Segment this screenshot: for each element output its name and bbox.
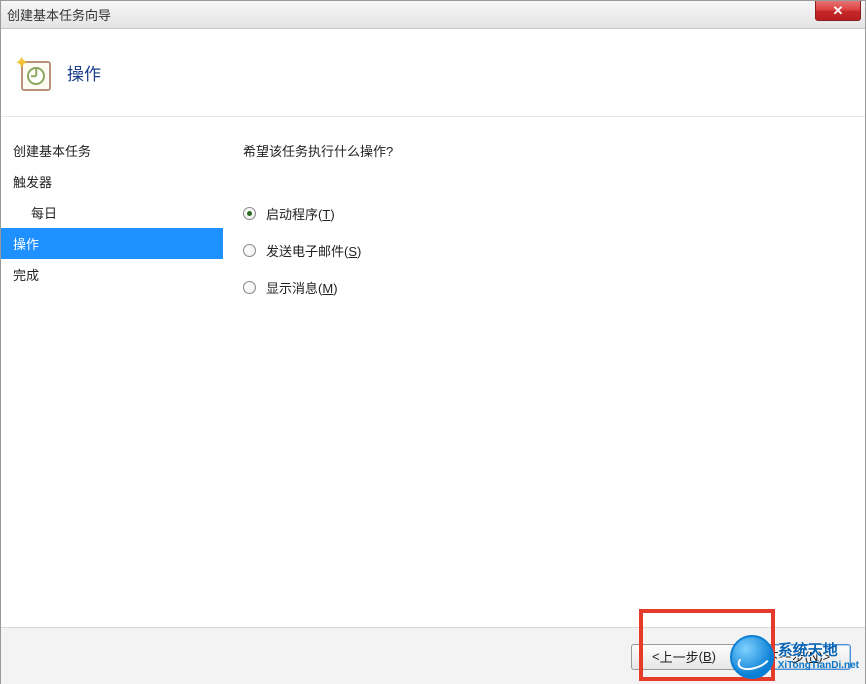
- watermark-url: XiTongTianDi.net: [778, 660, 859, 671]
- wizard-header: ✦ 操作: [1, 29, 865, 117]
- task-scheduler-icon: ✦: [17, 55, 53, 91]
- watermark: 系统天地 XiTongTianDi.net: [726, 633, 863, 681]
- option-label: 显示消息(M): [266, 278, 338, 297]
- step-action[interactable]: 操作: [1, 228, 223, 259]
- step-finish[interactable]: 完成: [1, 259, 223, 290]
- step-trigger-daily[interactable]: 每日: [1, 197, 223, 228]
- watermark-title: 系统天地: [778, 643, 859, 660]
- option-label: 启动程序(T): [266, 204, 335, 223]
- option-start-program[interactable]: 启动程序(T): [243, 204, 845, 223]
- action-prompt: 希望该任务执行什么操作?: [243, 141, 845, 160]
- option-send-email[interactable]: 发送电子邮件(S): [243, 241, 845, 260]
- option-display-message[interactable]: 显示消息(M): [243, 278, 845, 297]
- radio-icon: [243, 207, 256, 220]
- watermark-globe-icon: [730, 635, 774, 679]
- option-label: 发送电子邮件(S): [266, 241, 361, 260]
- wizard-body: 创建基本任务 触发器 每日 操作 完成 希望该任务执行什么操作? 启动程序(T)…: [1, 117, 865, 627]
- radio-icon: [243, 244, 256, 257]
- wizard-content: 希望该任务执行什么操作? 启动程序(T) 发送电子邮件(S) 显示消息(M): [223, 117, 865, 627]
- close-icon: ✕: [833, 3, 844, 19]
- window-title: 创建基本任务向导: [7, 5, 111, 24]
- titlebar: 创建基本任务向导 ✕: [1, 1, 865, 29]
- radio-icon: [243, 281, 256, 294]
- page-title: 操作: [67, 60, 101, 85]
- back-button[interactable]: < 上一步(B): [631, 644, 737, 670]
- step-trigger[interactable]: 触发器: [1, 166, 223, 197]
- wizard-steps-sidebar: 创建基本任务 触发器 每日 操作 完成: [1, 117, 223, 627]
- wizard-window: 创建基本任务向导 ✕ ✦ 操作 创建基本任务 触发器 每日 操作 完成 希望该任…: [0, 0, 866, 684]
- close-button[interactable]: ✕: [815, 1, 861, 21]
- step-create-basic-task[interactable]: 创建基本任务: [1, 135, 223, 166]
